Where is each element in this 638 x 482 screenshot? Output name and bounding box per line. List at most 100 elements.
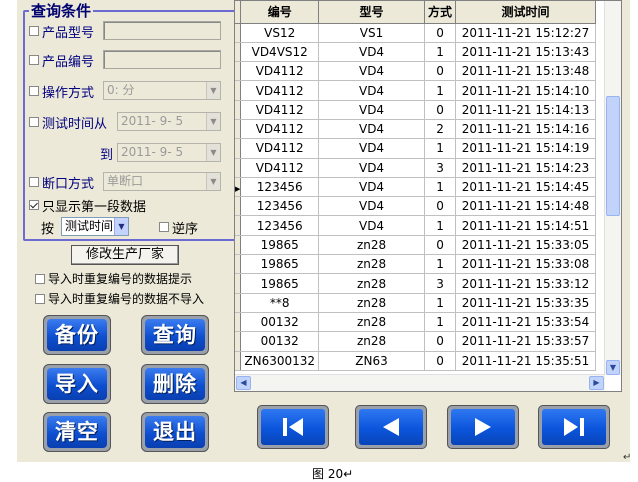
cell-test-time[interactable]: 2011-11-21 15:14:10 [455, 80, 597, 101]
table-row[interactable]: ▶ 123456 VD4 1 2011-11-21 15:14:45 [235, 177, 597, 198]
cell-number[interactable]: 00132 [240, 331, 320, 352]
cell-test-time[interactable]: 2011-11-21 15:14:48 [455, 196, 597, 217]
chevron-down-icon[interactable]: ▼ [206, 82, 220, 99]
column-header-number[interactable]: 编号 [240, 1, 320, 24]
table-row[interactable]: VD4VS12 VD4 1 2011-11-21 15:13:43 [235, 42, 597, 63]
table-row[interactable]: VD4112 VD4 1 2011-11-21 15:14:10 [235, 80, 597, 101]
vertical-scroll-thumb[interactable] [606, 96, 620, 216]
cell-number[interactable]: VD4112 [240, 138, 320, 159]
table-row[interactable]: VD4112 VD4 3 2011-11-21 15:14:23 [235, 158, 597, 178]
date-from-picker[interactable]: 2011- 9- 5 ▼ [117, 112, 221, 131]
modify-manufacturer-button[interactable]: 修改生产厂家 [71, 245, 179, 265]
chevron-down-icon[interactable]: ▼ [206, 144, 220, 161]
table-row[interactable]: VD4112 VD4 1 2011-11-21 15:14:19 [235, 138, 597, 159]
cell-number[interactable]: ZN6300132 [240, 351, 320, 371]
table-row[interactable]: 123456 VD4 1 2011-11-21 15:14:51 [235, 215, 597, 236]
cell-model[interactable]: VS1 [318, 23, 426, 43]
cell-number[interactable]: VD4112 [240, 100, 320, 120]
cell-model[interactable]: VD4 [318, 196, 426, 217]
cell-model[interactable]: zn28 [318, 312, 426, 333]
cell-model[interactable]: ZN63 [318, 351, 426, 371]
cell-mode[interactable]: 0 [424, 351, 457, 371]
cell-test-time[interactable]: 2011-11-21 15:14:19 [455, 138, 597, 159]
scroll-left-icon[interactable]: ◀ [236, 376, 251, 390]
scroll-down-icon[interactable]: ▼ [606, 360, 620, 375]
cell-number[interactable]: 19865 [240, 273, 320, 294]
column-header-test-time[interactable]: 测试时间 [455, 1, 597, 24]
cell-number[interactable]: VD4VS12 [240, 42, 320, 63]
operation-mode-select[interactable]: 0: 分 ▼ [103, 81, 221, 100]
cell-test-time[interactable]: 2011-11-21 15:33:05 [455, 235, 597, 256]
query-button[interactable]: 查询 [141, 315, 209, 355]
cell-test-time[interactable]: 2011-11-21 15:13:48 [455, 61, 597, 82]
product-model-checkbox[interactable] [29, 26, 39, 36]
table-row[interactable]: VD4112 VD4 0 2011-11-21 15:14:13 [235, 100, 597, 120]
table-row[interactable]: 00132 zn28 1 2011-11-21 15:33:54 [235, 312, 597, 333]
table-row[interactable]: VS12 VS1 0 2011-11-21 15:12:27 [235, 23, 597, 43]
cell-mode[interactable]: 3 [424, 273, 457, 294]
table-row[interactable]: ZN6300132 ZN63 0 2011-11-21 15:35:51 [235, 351, 597, 371]
cell-model[interactable]: VD4 [318, 100, 426, 120]
cell-test-time[interactable]: 2011-11-21 15:33:57 [455, 331, 597, 352]
import-skip-checkbox[interactable] [35, 293, 45, 304]
cell-mode[interactable]: 1 [424, 254, 457, 275]
cell-model[interactable]: zn28 [318, 273, 426, 294]
product-number-checkbox[interactable] [29, 55, 39, 65]
cell-mode[interactable]: 1 [424, 293, 457, 313]
cell-number[interactable]: 123456 [240, 196, 320, 217]
cell-mode[interactable]: 2 [424, 119, 457, 140]
column-header-model[interactable]: 型号 [318, 1, 426, 24]
cell-model[interactable]: VD4 [318, 80, 426, 101]
table-row[interactable]: VD4112 VD4 2 2011-11-21 15:14:16 [235, 119, 597, 140]
cell-number[interactable]: 19865 [240, 254, 320, 275]
cell-test-time[interactable]: 2011-11-21 15:35:51 [455, 351, 597, 371]
cell-mode[interactable]: 1 [424, 138, 457, 159]
cell-mode[interactable]: 1 [424, 177, 457, 198]
break-mode-select[interactable]: 单断口 ▼ [103, 172, 221, 191]
cell-mode[interactable]: 0 [424, 235, 457, 256]
cell-model[interactable]: zn28 [318, 331, 426, 352]
sort-field-select[interactable]: 测试时间 ▼ [61, 217, 129, 236]
table-row[interactable]: 123456 VD4 0 2011-11-21 15:14:48 [235, 196, 597, 217]
backup-button[interactable]: 备份 [43, 315, 111, 355]
cell-model[interactable]: VD4 [318, 158, 426, 178]
chevron-down-icon[interactable]: ▼ [114, 218, 128, 235]
cell-number[interactable]: VD4112 [240, 158, 320, 178]
table-row[interactable]: **8 zn28 1 2011-11-21 15:33:35 [235, 293, 597, 313]
cell-test-time[interactable]: 2011-11-21 15:33:12 [455, 273, 597, 294]
exit-button[interactable]: 退出 [141, 412, 209, 452]
table-row[interactable]: 19865 zn28 0 2011-11-21 15:33:05 [235, 235, 597, 256]
last-record-button[interactable] [538, 405, 610, 449]
vertical-scrollbar[interactable]: ▼ [604, 1, 621, 375]
cell-mode[interactable]: 0 [424, 100, 457, 120]
cell-test-time[interactable]: 2011-11-21 15:33:35 [455, 293, 597, 313]
cell-model[interactable]: VD4 [318, 119, 426, 140]
cell-model[interactable]: zn28 [318, 254, 426, 275]
chevron-down-icon[interactable]: ▼ [206, 113, 220, 130]
next-record-button[interactable] [447, 405, 519, 449]
cell-mode[interactable]: 0 [424, 196, 457, 217]
column-header-mode[interactable]: 方式 [424, 1, 457, 24]
data-grid[interactable]: 编号 型号 方式 测试时间 VS12 VS1 0 2011-11-21 15:12:2… [234, 0, 622, 392]
cell-number[interactable]: **8 [240, 293, 320, 313]
table-row[interactable]: VD4112 VD4 0 2011-11-21 15:13:48 [235, 61, 597, 82]
first-record-button[interactable] [257, 405, 329, 449]
operation-mode-checkbox[interactable] [29, 86, 39, 96]
cell-test-time[interactable]: 2011-11-21 15:13:43 [455, 42, 597, 63]
cell-test-time[interactable]: 2011-11-21 15:14:13 [455, 100, 597, 120]
cell-number[interactable]: VD4112 [240, 119, 320, 140]
cell-mode[interactable]: 3 [424, 158, 457, 178]
cell-test-time[interactable]: 2011-11-21 15:33:08 [455, 254, 597, 275]
cell-number[interactable]: VD4112 [240, 61, 320, 82]
cell-model[interactable]: zn28 [318, 293, 426, 313]
table-row[interactable]: 00132 zn28 0 2011-11-21 15:33:57 [235, 331, 597, 352]
cell-number[interactable]: 123456 [240, 215, 320, 236]
cell-mode[interactable]: 1 [424, 80, 457, 101]
cell-test-time[interactable]: 2011-11-21 15:14:23 [455, 158, 597, 178]
cell-mode[interactable]: 0 [424, 23, 457, 43]
break-mode-checkbox[interactable] [29, 177, 39, 187]
delete-button[interactable]: 删除 [141, 364, 209, 404]
horizontal-scrollbar[interactable]: ◀ ▶ [235, 374, 605, 391]
cell-test-time[interactable]: 2011-11-21 15:33:54 [455, 312, 597, 333]
cell-number[interactable]: VD4112 [240, 80, 320, 101]
